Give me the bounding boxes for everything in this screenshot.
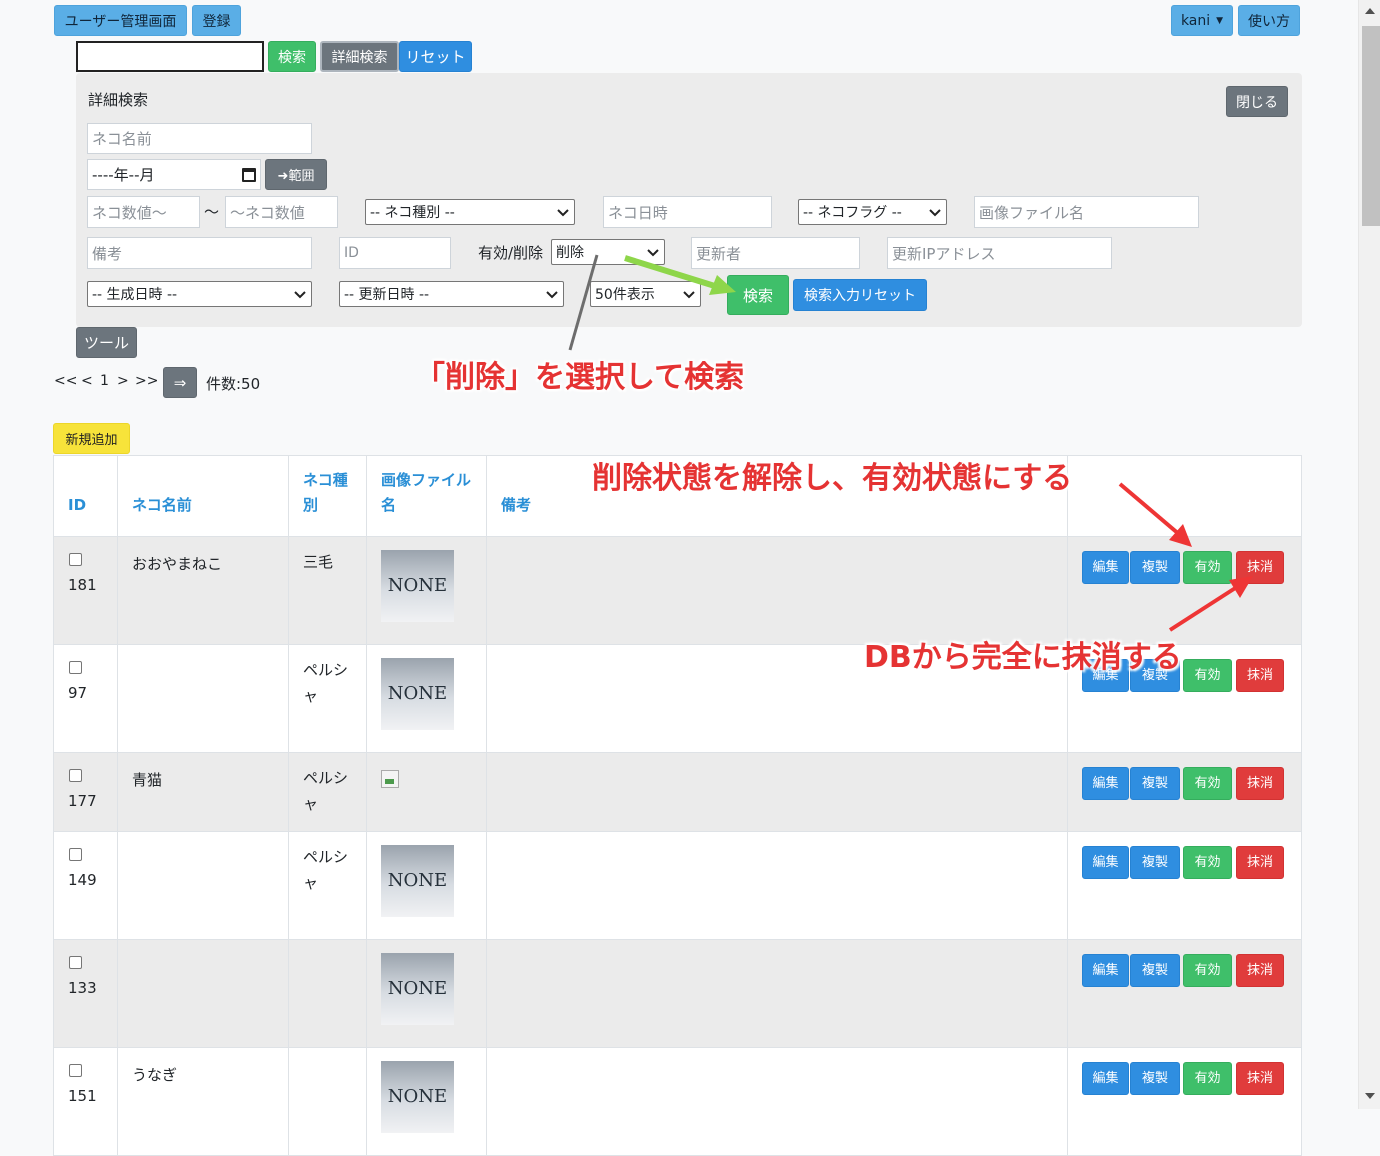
annotation-select-delete: 「削除」を選択して検索 — [415, 360, 745, 395]
annotation-erase: DBから完全に抹消する — [864, 640, 1182, 675]
annotation-restore: 削除状態を解除し、有効状態にする — [592, 461, 1073, 496]
scroll-down-arrow-icon[interactable] — [1365, 1093, 1375, 1099]
gray-pointer-line — [568, 254, 599, 351]
green-arrow-line — [624, 255, 719, 290]
annotation-arrows — [568, 254, 1253, 632]
red-arrow-2-line — [1168, 583, 1242, 632]
scrollbar-thumb[interactable] — [1362, 26, 1380, 226]
red-arrow-1-line — [1118, 482, 1182, 537]
green-arrow-head — [709, 275, 736, 295]
scroll-up-arrow-icon[interactable] — [1365, 8, 1375, 14]
page-scrollbar[interactable] — [1358, 0, 1380, 1109]
red-arrow-2-head — [1229, 576, 1253, 598]
